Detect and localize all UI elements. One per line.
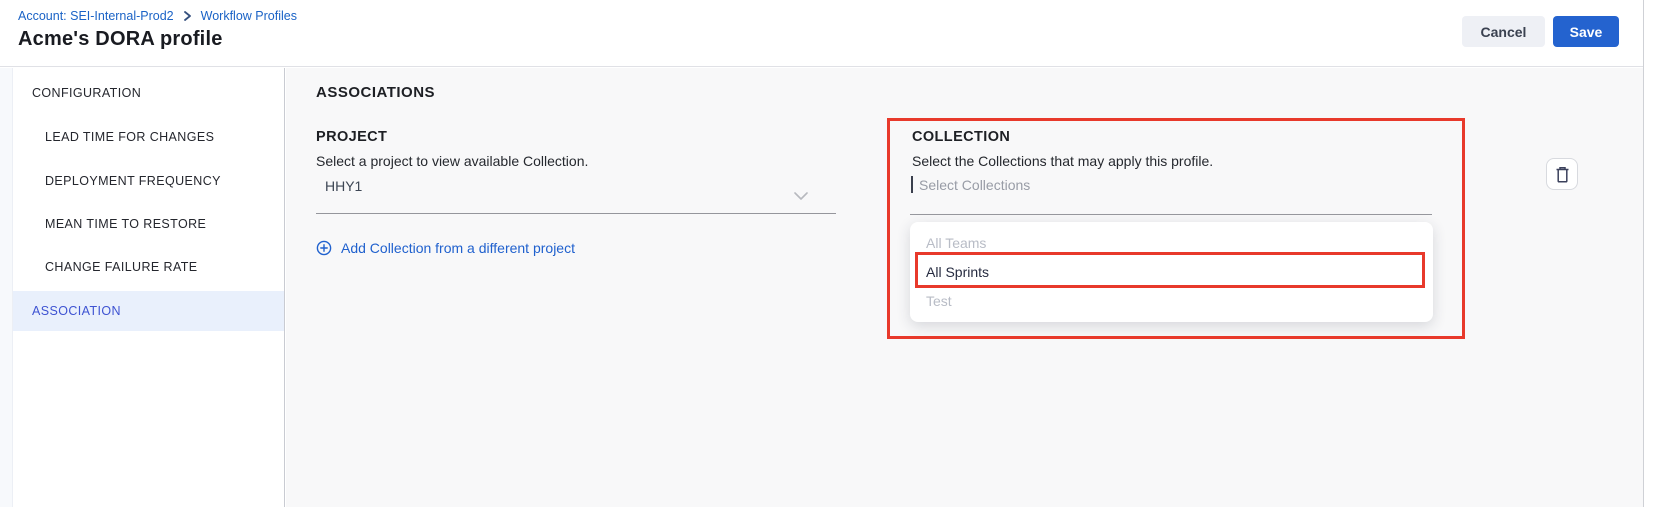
- collection-select-input[interactable]: Select Collections: [911, 176, 1030, 193]
- save-button[interactable]: Save: [1553, 16, 1619, 47]
- sidebar-item-association[interactable]: ASSOCIATION: [13, 291, 284, 331]
- associations-section-title: ASSOCIATIONS: [316, 84, 435, 101]
- project-select-underline: [316, 213, 836, 214]
- collection-heading: COLLECTION: [912, 129, 1010, 145]
- project-select[interactable]: HHY1: [325, 178, 362, 194]
- collection-input-underline: [910, 214, 1432, 215]
- scroll-gutter[interactable]: [1643, 0, 1678, 507]
- page-header: Account: SEI-Internal-Prod2 Workflow Pro…: [0, 0, 1643, 67]
- project-description: Select a project to view available Colle…: [316, 153, 588, 169]
- collection-description: Select the Collections that may apply th…: [912, 153, 1213, 169]
- text-caret: [911, 176, 913, 193]
- collection-input-placeholder: Select Collections: [919, 177, 1030, 193]
- cancel-button[interactable]: Cancel: [1462, 16, 1545, 47]
- left-rail: [0, 68, 13, 507]
- page-title: Acme's DORA profile: [18, 28, 223, 51]
- plus-circle-icon: [316, 240, 332, 256]
- sidebar-item-change-failure-rate[interactable]: CHANGE FAILURE RATE: [13, 247, 284, 287]
- chevron-down-icon[interactable]: [794, 188, 808, 206]
- sidebar-item-deployment-frequency[interactable]: DEPLOYMENT FREQUENCY: [13, 161, 284, 201]
- sidebar-item-lead-time-for-changes[interactable]: LEAD TIME FOR CHANGES: [13, 117, 284, 157]
- breadcrumb: Account: SEI-Internal-Prod2 Workflow Pro…: [18, 9, 297, 23]
- sidebar-item-mean-time-to-restore[interactable]: MEAN TIME TO RESTORE: [13, 204, 284, 244]
- project-heading: PROJECT: [316, 129, 387, 145]
- chevron-right-icon: [183, 11, 192, 21]
- profile-section-nav: CONFIGURATION LEAD TIME FOR CHANGES DEPL…: [13, 68, 285, 507]
- sidebar-item-configuration[interactable]: CONFIGURATION: [13, 73, 284, 113]
- delete-association-button[interactable]: [1546, 158, 1578, 190]
- associations-panel: ASSOCIATIONS PROJECT Select a project to…: [286, 68, 1643, 507]
- breadcrumb-account-link[interactable]: Account: SEI-Internal-Prod2: [18, 9, 174, 23]
- option-test[interactable]: Test: [910, 286, 1433, 315]
- collection-options-dropdown: All Teams All Sprints Test: [910, 222, 1433, 322]
- option-all-sprints[interactable]: All Sprints: [910, 257, 1433, 286]
- trash-icon: [1555, 166, 1570, 183]
- breadcrumb-workflow-profiles-link[interactable]: Workflow Profiles: [201, 9, 297, 23]
- workflow-profile-page: Account: SEI-Internal-Prod2 Workflow Pro…: [0, 0, 1678, 507]
- option-all-teams[interactable]: All Teams: [910, 228, 1433, 257]
- add-collection-link[interactable]: Add Collection from a different project: [316, 240, 575, 256]
- add-collection-link-label: Add Collection from a different project: [341, 240, 575, 256]
